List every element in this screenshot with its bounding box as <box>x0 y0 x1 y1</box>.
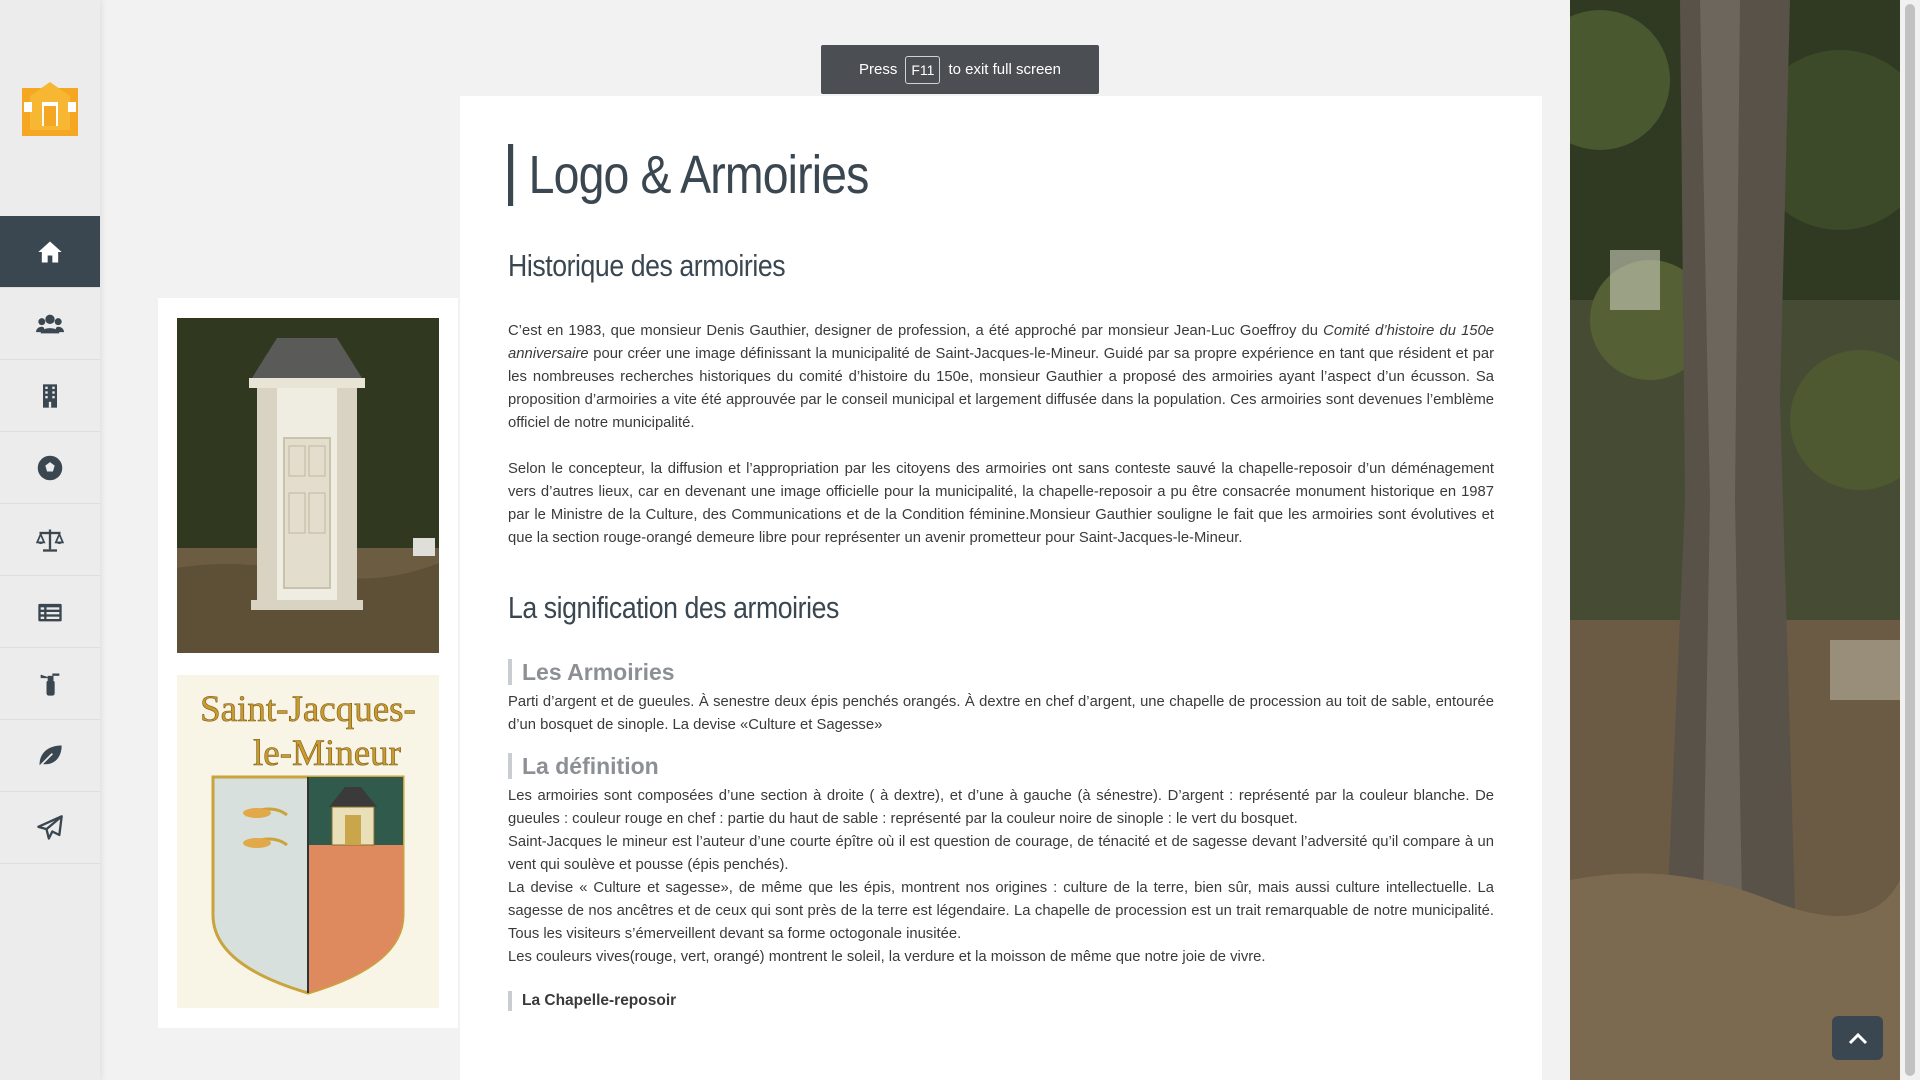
building-icon <box>43 383 57 408</box>
page-title: Logo & Armoiries <box>508 144 1356 206</box>
nav-municipality[interactable] <box>0 360 100 432</box>
subheading-la-definition: La définition <box>508 753 1494 779</box>
toast-press-text: Press <box>859 61 898 78</box>
definition-line-2: Saint-Jacques le mineur est l’auteur d’u… <box>508 834 1494 873</box>
definition-line-4: Les couleurs vives(rouge, vert, orangé) … <box>508 949 1266 965</box>
nav-regulations[interactable] <box>0 504 100 576</box>
definition-line-3: La devise « Culture et sagesse», de même… <box>508 880 1494 942</box>
historique-paragraph-1: C’est en 1983, que monsieur Denis Gauthi… <box>508 323 1494 431</box>
nav-environment[interactable] <box>0 720 100 792</box>
chapelle-photo <box>177 318 439 653</box>
chevron-up-icon <box>1848 1032 1867 1045</box>
subheading-les-armoiries: Les Armoiries <box>508 659 1494 685</box>
nav-citizens[interactable] <box>0 288 100 360</box>
home-icon <box>38 241 62 262</box>
main-navigation <box>0 216 100 864</box>
coat-of-arms: Saint-Jacques- le-Mineur <box>177 675 439 1008</box>
toast-rest-text: to exit full screen <box>948 61 1061 78</box>
fire-extinguisher-icon <box>40 673 60 696</box>
subheading-chapelle-reposoir: La Chapelle-reposoir <box>508 991 1494 1011</box>
image-sidebar: Saint-Jacques- le-Mineur <box>158 298 458 1028</box>
leaf-icon <box>38 745 62 767</box>
list-icon <box>38 603 62 621</box>
content-card: Logo & Armoiries Historique des armoirie… <box>460 96 1542 1080</box>
nav-security[interactable] <box>0 648 100 720</box>
nav-news[interactable] <box>0 576 100 648</box>
balance-scale-icon <box>36 529 64 552</box>
definition-line-1: Les armoiries sont composées d’une secti… <box>508 788 1494 827</box>
users-icon <box>36 314 64 333</box>
armoiries-description: Parti d’argent et de gueules. À senestre… <box>508 694 1494 733</box>
background-forest-photo <box>1570 0 1900 1080</box>
toast-key-badge: F11 <box>905 55 941 84</box>
scrollbar-thumb[interactable] <box>1905 4 1915 1076</box>
scroll-to-top-button[interactable] <box>1832 1016 1883 1060</box>
nav-home[interactable] <box>0 216 100 288</box>
fullscreen-notice: Press F11 to exit full screen <box>821 45 1099 94</box>
paper-plane-icon <box>37 814 63 840</box>
nav-leisure[interactable] <box>0 432 100 504</box>
section-heading-signification: La signification des armoiries <box>508 590 839 625</box>
icon-rail <box>0 0 100 1080</box>
nav-contact[interactable] <box>0 792 100 864</box>
crest-title-line2: le-Mineur <box>253 733 401 774</box>
section-heading-historique: Historique des armoiries <box>508 248 786 283</box>
crest-title-line1: Saint-Jacques- <box>200 689 416 730</box>
historique-paragraph-2: Selon le concepteur, la diffusion et l’a… <box>508 461 1494 546</box>
municipal-house-logo[interactable] <box>20 78 80 138</box>
soccer-ball-icon <box>37 455 63 480</box>
